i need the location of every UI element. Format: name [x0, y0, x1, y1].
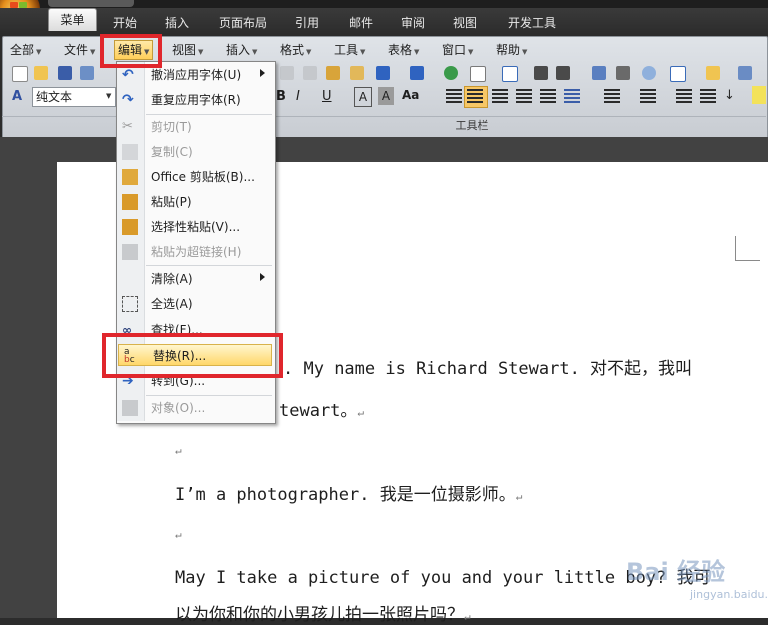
align-right-icon[interactable] — [492, 89, 508, 103]
menu-item-copy[interactable]: 复制(C) — [117, 141, 273, 163]
menu-item-paste-special[interactable]: 选择性粘贴(V)... — [117, 216, 273, 238]
justify-icon[interactable] — [516, 89, 532, 103]
document-line[interactable]: I’m a photographer. 我是一位摄影师。↵ — [175, 480, 522, 505]
menu-separator — [146, 395, 272, 396]
paste-toolbar-icon[interactable] — [326, 66, 340, 80]
research-icon[interactable] — [738, 66, 752, 80]
tab-insert[interactable]: 插入 — [156, 12, 198, 34]
bullets-icon[interactable] — [640, 89, 656, 103]
highlight-icon[interactable] — [752, 86, 766, 104]
submenu-arrow-icon — [260, 273, 265, 281]
open-folder-icon[interactable] — [34, 66, 48, 80]
char-border-icon[interactable]: A — [354, 87, 372, 107]
tab-references[interactable]: 引用 — [286, 12, 328, 34]
menu-file[interactable]: 文件 ▼ — [64, 41, 95, 59]
chevron-down-icon[interactable]: ▼ — [106, 92, 111, 100]
increase-indent-icon[interactable] — [700, 89, 716, 103]
menu-all[interactable]: 全部 ▼ — [10, 41, 41, 59]
document-map-icon[interactable] — [592, 66, 606, 80]
clipboard-icon — [122, 169, 138, 185]
menu-table[interactable]: 表格 ▼ — [388, 41, 419, 59]
new-document-icon[interactable] — [12, 66, 28, 82]
copy-toolbar-icon[interactable] — [303, 66, 317, 80]
insert-table-icon[interactable] — [502, 66, 518, 82]
document-line[interactable]: tewart。↵ — [279, 396, 364, 421]
paste-hyperlink-icon — [122, 244, 138, 260]
distributed-icon[interactable] — [540, 89, 556, 103]
borders-icon[interactable] — [470, 66, 486, 82]
italic-icon[interactable]: I — [296, 89, 300, 104]
menu-tools[interactable]: 工具 ▼ — [334, 41, 365, 59]
show-hide-icon[interactable] — [616, 66, 630, 80]
tab-page-layout[interactable]: 页面布局 — [210, 12, 276, 34]
select-all-icon — [122, 296, 138, 312]
menu-item-select-all[interactable]: 全选(A) — [117, 293, 273, 315]
full-screen-icon[interactable] — [670, 66, 686, 82]
undo-toolbar-icon[interactable] — [376, 66, 390, 80]
paste-special-icon — [122, 219, 138, 235]
tab-review[interactable]: 审阅 — [392, 12, 434, 34]
menu-item-clear[interactable]: 清除(A) — [117, 268, 273, 290]
highlight-box-edit-menu — [100, 34, 162, 68]
menu-item-office-clipboard[interactable]: Office 剪贴板(B)... — [117, 166, 273, 188]
paragraph-mark: ↵ — [175, 528, 182, 541]
menu-item-object[interactable]: 对象(O)... — [117, 397, 273, 419]
bold-icon[interactable]: B — [276, 89, 286, 104]
quick-access-toolbar[interactable] — [48, 0, 134, 7]
drawing-icon[interactable] — [556, 66, 570, 80]
tab-developer[interactable]: 开发工具 — [500, 12, 564, 34]
paste-icon — [122, 194, 138, 210]
menu-item-paste-hyperlink[interactable]: 粘贴为超链接(H) — [117, 241, 273, 263]
underline-icon[interactable]: U — [322, 89, 332, 104]
zoom-icon[interactable] — [642, 66, 656, 80]
numbering-icon[interactable] — [604, 89, 620, 103]
redo-toolbar-icon[interactable] — [410, 66, 424, 80]
submenu-arrow-icon — [260, 69, 265, 77]
menu-item-redo[interactable]: ↷ 重复应用字体(R) — [117, 89, 273, 111]
align-center-icon — [467, 89, 483, 103]
format-painter-icon[interactable] — [350, 66, 364, 80]
highlight-box-replace — [102, 333, 283, 378]
menu-item-paste[interactable]: 粘贴(P) — [117, 191, 273, 213]
style-combo-box[interactable]: 纯文本 — [32, 87, 116, 107]
save-icon[interactable] — [58, 66, 72, 80]
object-icon — [122, 400, 138, 416]
menu-window[interactable]: 窗口 ▼ — [442, 41, 473, 59]
folder-icon[interactable] — [706, 66, 720, 80]
baidu-watermark: Bai 经验 — [626, 558, 726, 586]
decrease-indent-icon[interactable] — [676, 89, 692, 103]
margin-corner-mark — [735, 236, 760, 261]
permission-icon[interactable] — [80, 66, 94, 80]
paragraph-mark: ↵ — [175, 444, 182, 457]
menu-insert[interactable]: 插入 ▼ — [226, 41, 257, 59]
document-line[interactable]: 以为你和你的小男孩儿拍一张照片吗？↵ — [175, 600, 471, 625]
styles-icon[interactable]: A — [12, 89, 30, 105]
undo-icon: ↶ — [122, 67, 134, 83]
watermark-url: jingyan.baidu.com — [690, 588, 768, 601]
tab-view[interactable]: 视图 — [444, 12, 486, 34]
tab-mailings[interactable]: 邮件 — [340, 12, 382, 34]
menu-view[interactable]: 视图 ▼ — [172, 41, 203, 59]
cut-icon: ✂ — [122, 119, 133, 134]
hyperlink-icon[interactable] — [444, 66, 458, 80]
toolbar-group-label: 工具栏 — [455, 119, 489, 132]
menu-format[interactable]: 格式 ▼ — [280, 41, 311, 59]
cut-toolbar-icon[interactable] — [280, 66, 294, 80]
menu-separator — [146, 114, 272, 115]
change-case-icon[interactable]: Aa — [402, 88, 419, 102]
tab-menu[interactable]: 菜单 — [48, 8, 97, 31]
menu-item-cut[interactable]: ✂ 剪切(T) — [117, 116, 273, 138]
sort-icon[interactable]: ↓ — [724, 88, 735, 103]
menu-separator — [146, 265, 272, 266]
columns-icon[interactable] — [534, 66, 548, 80]
line-spacing-icon[interactable] — [564, 89, 580, 103]
copy-icon — [122, 144, 138, 160]
menu-help[interactable]: 帮助 ▼ — [496, 41, 527, 59]
align-left-icon[interactable] — [446, 89, 462, 103]
redo-icon: ↷ — [122, 92, 134, 108]
document-line[interactable]: . My name is Richard Stewart. 对不起，我叫 — [283, 354, 692, 379]
tab-home[interactable]: 开始 — [104, 12, 146, 34]
char-shading-icon[interactable]: A — [378, 87, 394, 105]
